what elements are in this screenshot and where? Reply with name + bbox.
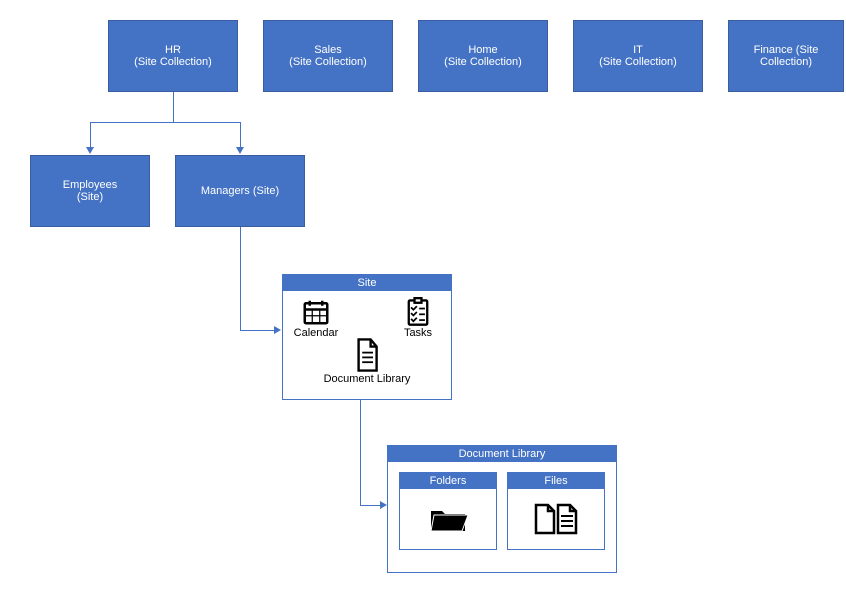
finance-line2: Collection) bbox=[754, 56, 819, 68]
connector bbox=[240, 227, 241, 330]
folders-header: Folders bbox=[400, 473, 496, 489]
doclib-panel: Document Library Folders Files bbox=[387, 445, 617, 573]
site-panel: Site Calendar bbox=[282, 274, 452, 400]
home-line2: (Site Collection) bbox=[444, 56, 522, 68]
connector bbox=[360, 400, 361, 505]
doclib-label: Document Library bbox=[283, 373, 451, 385]
arrow-icon bbox=[86, 147, 94, 154]
it-line2: (Site Collection) bbox=[599, 56, 677, 68]
site-panel-header: Site bbox=[283, 275, 451, 291]
calendar-item: Calendar bbox=[291, 297, 341, 339]
tasks-item: Tasks bbox=[393, 297, 443, 339]
node-employees: Employees (Site) bbox=[30, 155, 150, 227]
connector bbox=[173, 92, 174, 122]
node-managers: Managers (Site) bbox=[175, 155, 305, 227]
employees-line1: Employees bbox=[63, 179, 117, 191]
connector bbox=[90, 122, 240, 123]
it-line1: IT bbox=[599, 44, 677, 56]
doclib-item: Document Library bbox=[283, 337, 451, 385]
hr-line1: HR bbox=[134, 44, 212, 56]
folder-icon bbox=[428, 502, 468, 536]
sales-line1: Sales bbox=[289, 44, 367, 56]
arrow-icon bbox=[274, 326, 281, 334]
tasks-icon bbox=[404, 297, 432, 327]
node-sales: Sales (Site Collection) bbox=[263, 20, 393, 92]
connector bbox=[90, 122, 91, 147]
connector bbox=[240, 122, 241, 147]
home-line1: Home bbox=[444, 44, 522, 56]
files-icon bbox=[532, 499, 580, 539]
files-box: Files bbox=[507, 472, 605, 550]
sales-line2: (Site Collection) bbox=[289, 56, 367, 68]
connector bbox=[360, 505, 380, 506]
calendar-icon bbox=[301, 297, 331, 327]
arrow-icon bbox=[236, 147, 244, 154]
node-it: IT (Site Collection) bbox=[573, 20, 703, 92]
hr-line2: (Site Collection) bbox=[134, 56, 212, 68]
document-icon bbox=[352, 337, 382, 373]
finance-line1: Finance (Site bbox=[754, 44, 819, 56]
node-hr: HR (Site Collection) bbox=[108, 20, 238, 92]
connector bbox=[240, 330, 274, 331]
node-home: Home (Site Collection) bbox=[418, 20, 548, 92]
arrow-icon bbox=[380, 501, 387, 509]
doclib-panel-header: Document Library bbox=[388, 446, 616, 462]
employees-line2: (Site) bbox=[63, 191, 117, 203]
node-finance: Finance (Site Collection) bbox=[728, 20, 844, 92]
files-header: Files bbox=[508, 473, 604, 489]
managers-line1: Managers (Site) bbox=[201, 185, 279, 197]
folders-box: Folders bbox=[399, 472, 497, 550]
